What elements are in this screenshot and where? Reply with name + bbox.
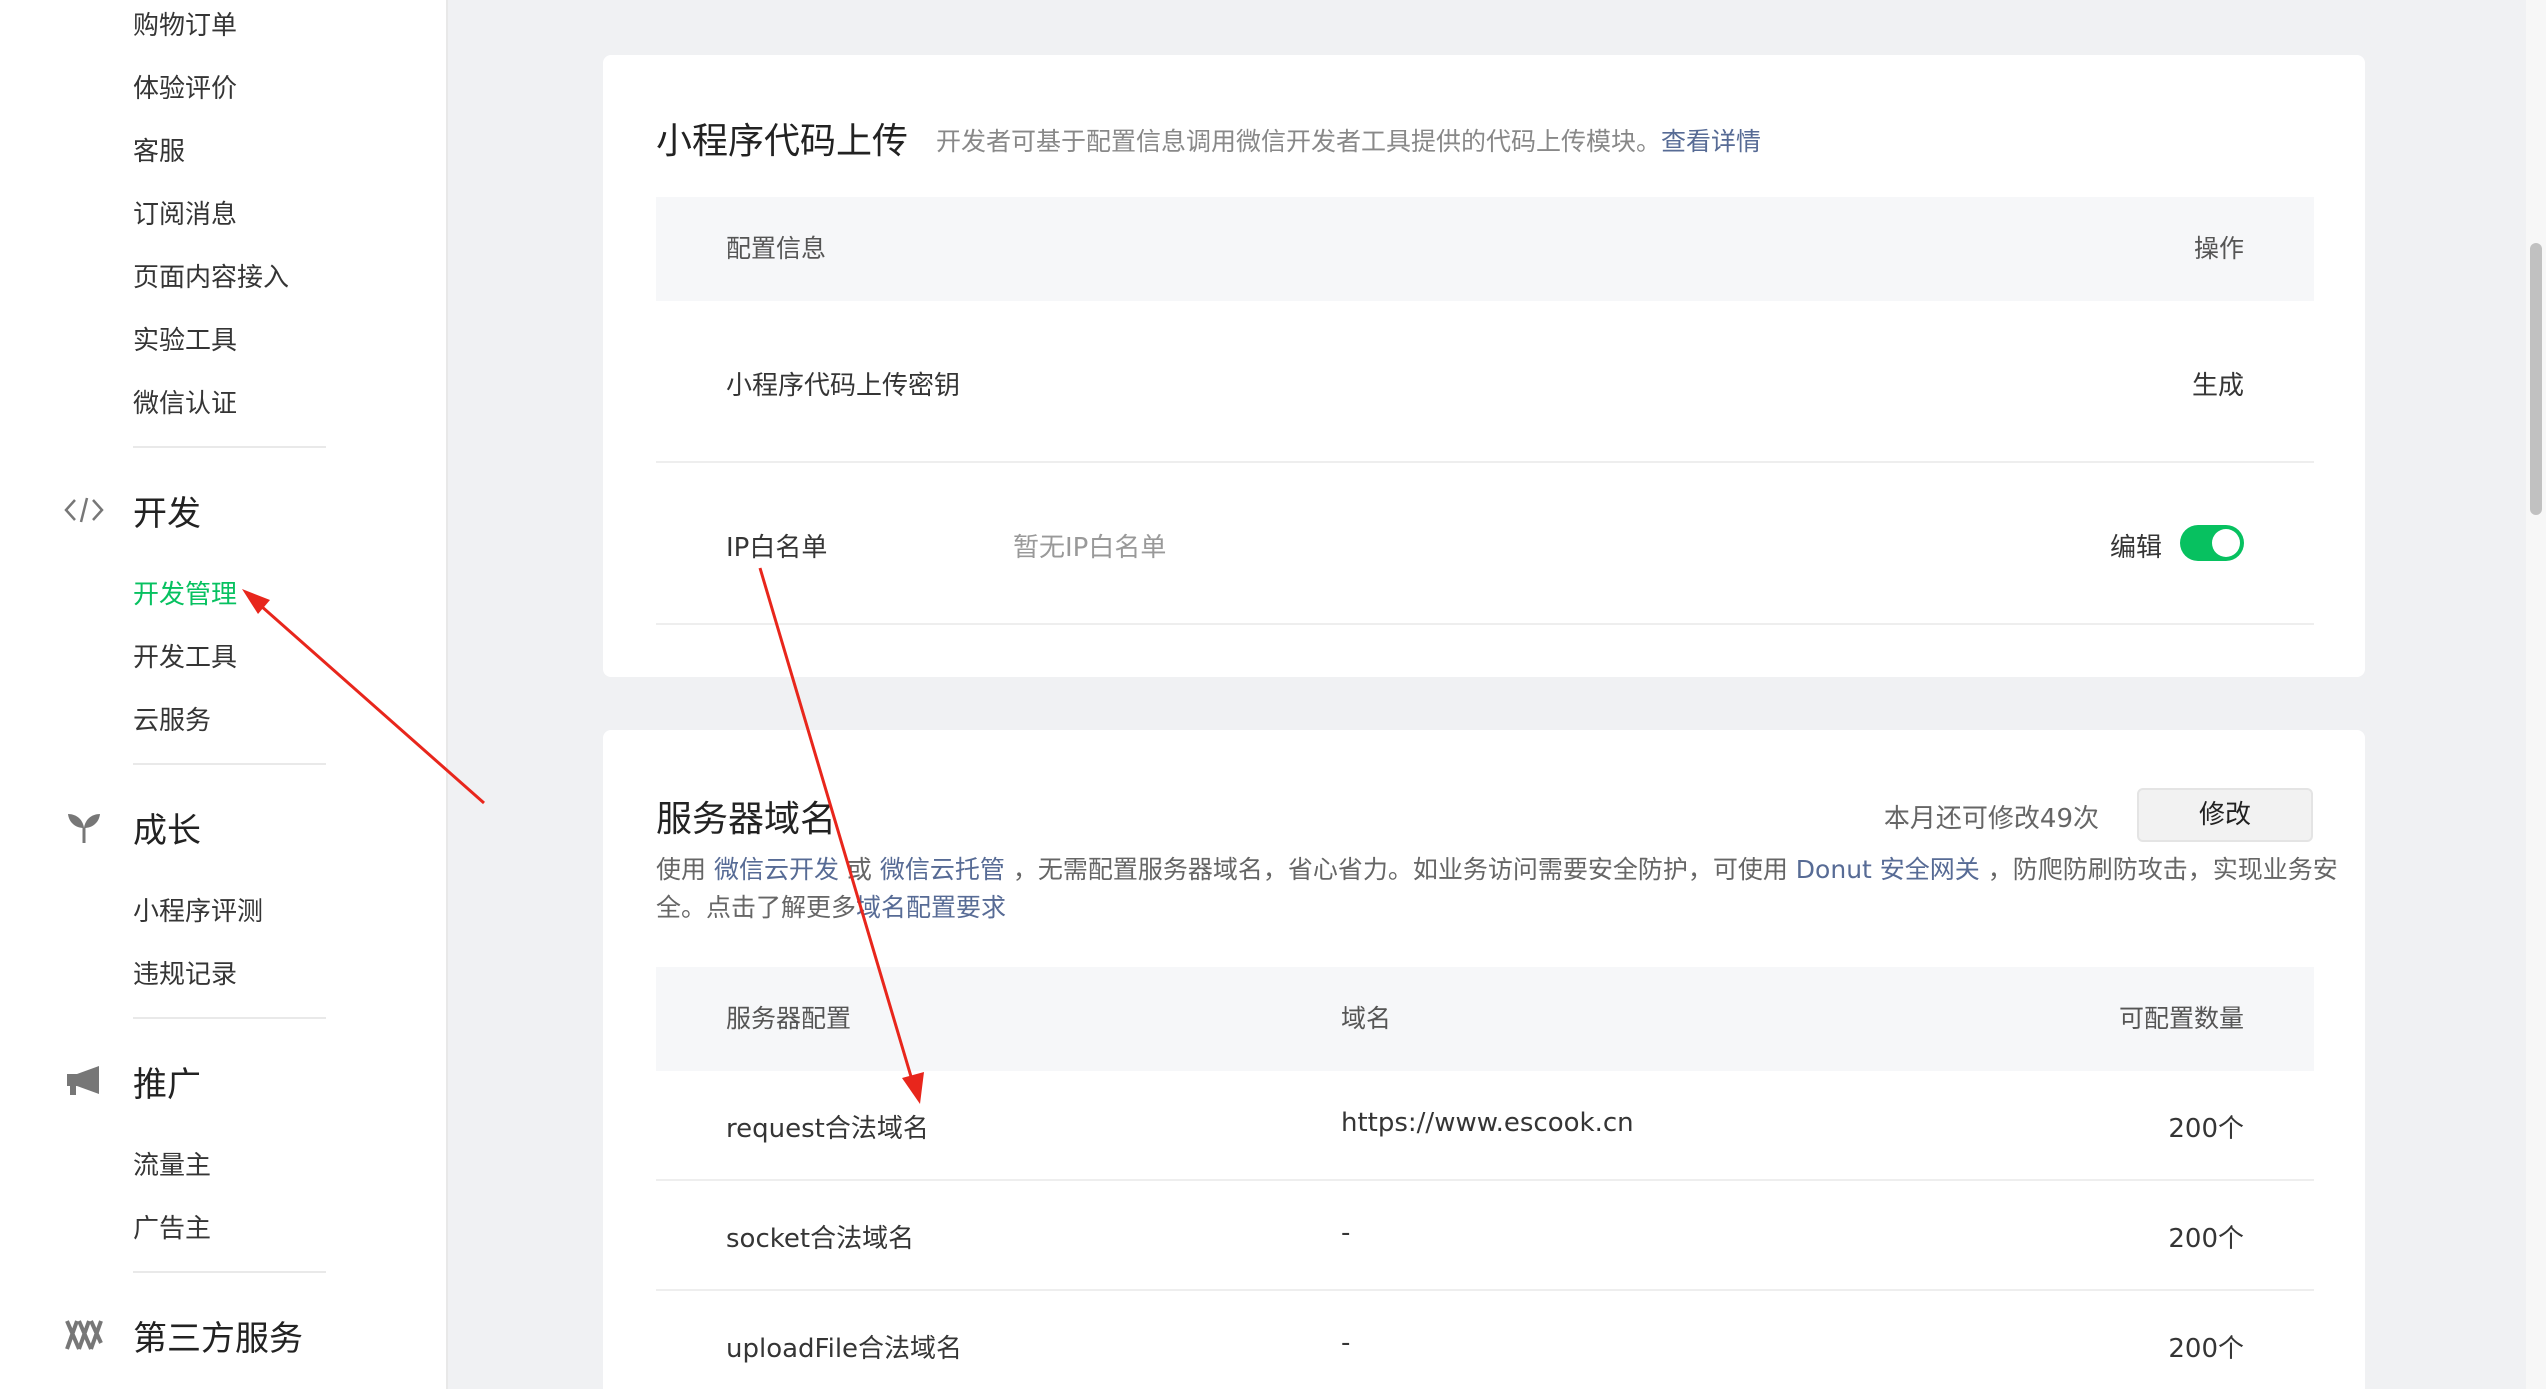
ip-whitelist-value: 暂无IP白名单 bbox=[1013, 533, 1167, 563]
upload-table-header: 配置信息 操作 bbox=[656, 197, 2314, 301]
header-config-info: 配置信息 bbox=[726, 234, 827, 263]
edit-ip-whitelist-link[interactable]: 编辑 bbox=[2110, 527, 2162, 564]
upload-key-label: 小程序代码上传密钥 bbox=[726, 371, 961, 401]
upload-file-domain-count: 200个 bbox=[2168, 1334, 2244, 1364]
scrollbar-thumb[interactable] bbox=[2530, 243, 2542, 515]
sidebar-item-dev-management[interactable]: 开发管理 bbox=[133, 578, 237, 612]
sidebar-item-traffic-owner[interactable]: 流量主 bbox=[133, 1149, 211, 1183]
toggle-knob bbox=[2212, 529, 2240, 557]
sidebar-item-customer-service[interactable]: 客服 bbox=[133, 135, 185, 169]
table-row: IP白名单 暂无IP白名单 编辑 bbox=[656, 463, 2314, 625]
modify-quota-text: 本月还可修改49次 bbox=[1883, 804, 2099, 834]
nav-divider bbox=[133, 763, 326, 765]
nav-divider bbox=[133, 1017, 326, 1019]
modify-button[interactable]: 修改 bbox=[2137, 788, 2313, 842]
server-domain-desc-line2: 全。点击了解更多域名配置要求 bbox=[656, 888, 1006, 924]
wechat-cloud-dev-link[interactable]: 微信云开发 bbox=[714, 855, 839, 884]
socket-domain-count: 200个 bbox=[2168, 1224, 2244, 1254]
section-label: 成长 bbox=[133, 810, 201, 851]
sidebar-item-violations[interactable]: 违规记录 bbox=[133, 958, 237, 992]
code-icon bbox=[62, 488, 106, 532]
socket-domain-label: socket合法域名 bbox=[726, 1224, 915, 1254]
page: 购物订单 体验评价 客服 订阅消息 页面内容接入 实验工具 微信认证 开发 开发… bbox=[0, 0, 2546, 1389]
desc-text: 全。点击了解更多 bbox=[656, 893, 857, 922]
header-server-config: 服务器配置 bbox=[726, 1004, 852, 1033]
server-domain-desc-line1: 使用 微信云开发 或 微信云托管 ，无需配置服务器域名，省心省力。如业务访问需要… bbox=[656, 850, 2338, 886]
sidebar-item-reviews[interactable]: 体验评价 bbox=[133, 72, 237, 106]
code-upload-desc: 开发者可基于配置信息调用微信开发者工具提供的代码上传模块。查看详情 bbox=[936, 122, 1761, 158]
view-details-link[interactable]: 查看详情 bbox=[1661, 127, 1761, 156]
sidebar-section-promotion[interactable]: 推广 bbox=[62, 1056, 201, 1106]
sidebar-section-third-party[interactable]: 第三方服务 bbox=[62, 1310, 303, 1360]
section-label: 推广 bbox=[133, 1064, 201, 1105]
page-scrollbar[interactable] bbox=[2526, 0, 2546, 1389]
table-row: socket合法域名 - 200个 bbox=[656, 1181, 2314, 1291]
sprout-icon bbox=[62, 805, 106, 849]
header-count: 可配置数量 bbox=[2118, 1004, 2244, 1033]
sidebar-item-cloud-service[interactable]: 云服务 bbox=[133, 704, 211, 738]
sidebar-item-page-content[interactable]: 页面内容接入 bbox=[133, 261, 289, 295]
table-row: 小程序代码上传密钥 生成 bbox=[656, 301, 2314, 463]
sidebar-item-evaluation[interactable]: 小程序评测 bbox=[133, 895, 263, 929]
code-upload-desc-text: 开发者可基于配置信息调用微信开发者工具提供的代码上传模块。 bbox=[936, 127, 1662, 156]
server-domain-title: 服务器域名 bbox=[656, 799, 837, 840]
ip-whitelist-toggle[interactable] bbox=[2180, 525, 2244, 561]
sidebar-item-orders[interactable]: 购物订单 bbox=[133, 9, 237, 43]
header-action: 操作 bbox=[2193, 234, 2244, 263]
desc-text: 或 bbox=[838, 855, 880, 884]
nav-divider bbox=[133, 1271, 326, 1273]
domain-table-header: 服务器配置 域名 可配置数量 bbox=[656, 967, 2314, 1071]
sidebar-item-subscribe-messages[interactable]: 订阅消息 bbox=[133, 198, 237, 232]
ip-whitelist-label: IP白名单 bbox=[726, 533, 828, 563]
section-label: 开发 bbox=[133, 493, 201, 534]
upload-file-domain-value: - bbox=[1341, 1328, 1351, 1358]
server-domain-card: 服务器域名 本月还可修改49次 修改 使用 微信云开发 或 微信云托管 ，无需配… bbox=[603, 730, 2365, 1389]
sidebar-item-dev-tools[interactable]: 开发工具 bbox=[133, 641, 237, 675]
sidebar-section-growth[interactable]: 成长 bbox=[62, 802, 201, 852]
request-domain-value: https://www.escook.cn bbox=[1341, 1108, 1634, 1138]
table-row: request合法域名 https://www.escook.cn 200个 bbox=[656, 1071, 2314, 1181]
desc-text: ，防爬防刷防攻击，实现业务安 bbox=[1979, 855, 2338, 884]
code-upload-card: 小程序代码上传 开发者可基于配置信息调用微信开发者工具提供的代码上传模块。查看详… bbox=[603, 55, 2365, 677]
domain-requirements-link[interactable]: 域名配置要求 bbox=[856, 893, 1006, 922]
request-domain-count: 200个 bbox=[2168, 1114, 2244, 1144]
third-party-icon bbox=[62, 1313, 106, 1357]
generate-key-link[interactable]: 生成 bbox=[2192, 365, 2244, 402]
socket-domain-value: - bbox=[1341, 1218, 1351, 1248]
desc-text: 使用 bbox=[656, 855, 714, 884]
table-row: uploadFile合法域名 - 200个 bbox=[656, 1291, 2314, 1389]
header-domain: 域名 bbox=[1341, 1004, 1392, 1033]
wechat-cloud-hosting-link[interactable]: 微信云托管 bbox=[880, 855, 1005, 884]
desc-text: ，无需配置服务器域名，省心省力。如业务访问需要安全防护，可使用 bbox=[1004, 855, 1796, 884]
sidebar: 购物订单 体验评价 客服 订阅消息 页面内容接入 实验工具 微信认证 开发 开发… bbox=[0, 0, 448, 1389]
section-label: 第三方服务 bbox=[133, 1318, 303, 1359]
request-domain-label: request合法域名 bbox=[726, 1114, 929, 1144]
donut-gateway-link[interactable]: Donut 安全网关 bbox=[1796, 855, 1980, 884]
sidebar-section-develop[interactable]: 开发 bbox=[62, 485, 201, 535]
upload-file-domain-label: uploadFile合法域名 bbox=[726, 1334, 963, 1364]
sidebar-item-advertiser[interactable]: 广告主 bbox=[133, 1212, 211, 1246]
nav-divider bbox=[133, 446, 326, 448]
sidebar-item-experiment-tools[interactable]: 实验工具 bbox=[133, 324, 237, 358]
megaphone-icon bbox=[62, 1059, 106, 1103]
sidebar-item-wechat-verify[interactable]: 微信认证 bbox=[133, 387, 237, 421]
code-upload-title: 小程序代码上传 bbox=[656, 121, 909, 162]
